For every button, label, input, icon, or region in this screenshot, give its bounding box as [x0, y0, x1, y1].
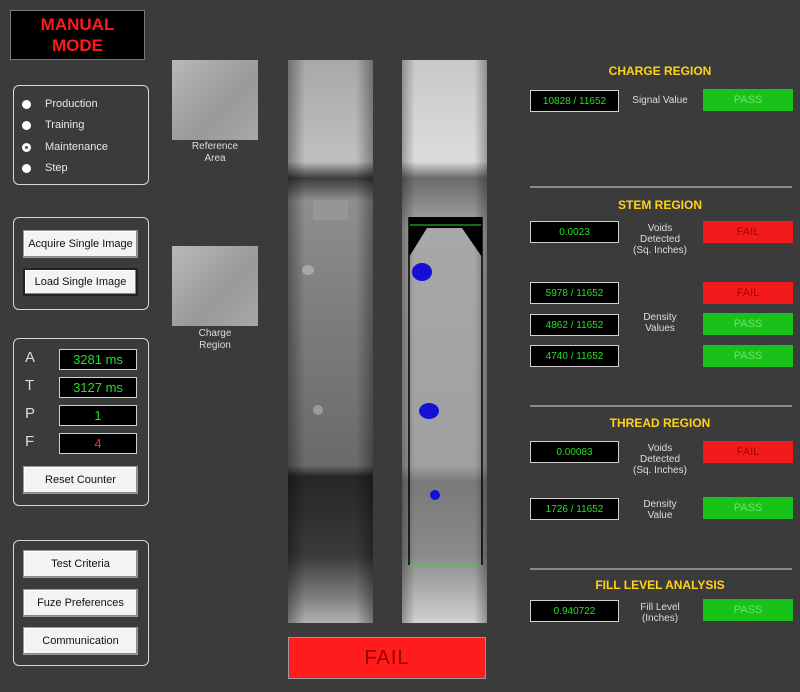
reset-counter-button[interactable]: Reset Counter [23, 466, 138, 494]
thread-region-title: THREAD REGION [609, 416, 711, 430]
thread-voids-label: Voids Detected (Sq. Inches) [622, 443, 698, 476]
processed-xray-svg [402, 60, 487, 623]
label-line: (Sq. Inches) [633, 245, 687, 256]
reference-label-line-1: Reference [191, 141, 239, 152]
radio-button-icon[interactable] [22, 163, 31, 173]
signal-value-label: Signal Value [632, 95, 688, 106]
section-divider [530, 568, 792, 570]
stem-voids-label: Voids Detected (Sq. Inches) [622, 223, 698, 256]
counter-label-p: P [25, 405, 36, 422]
void-blob [430, 490, 440, 500]
thread-voids-value: 0.00083 [530, 441, 619, 463]
radio-step[interactable]: Step [22, 159, 68, 177]
label-line: Voids [647, 443, 673, 454]
raw-xray-svg [288, 60, 373, 623]
radio-button-checked-icon[interactable] [22, 142, 31, 152]
label-line: (Inches) [641, 613, 679, 624]
thread-density-label: Density Value [622, 499, 698, 521]
label-line: Value [647, 510, 673, 521]
counter-f-value: 4 [59, 433, 137, 454]
reference-label-line-2: Area [204, 153, 226, 164]
test-criteria-button[interactable]: Test Criteria [23, 550, 138, 578]
radio-production[interactable]: Production [22, 95, 98, 113]
stem-voids-value: 0.0023 [530, 221, 619, 243]
fill-level-label: Fill Level (Inches) [622, 602, 698, 624]
mode-line-1: MANUAL [40, 15, 115, 34]
stem-region-title: STEM REGION [617, 198, 702, 212]
counter-label-f: F [25, 433, 35, 450]
section-divider [530, 186, 792, 188]
counter-t-value: 3127 ms [59, 377, 137, 398]
counter-label-t: T [25, 377, 35, 394]
radio-label: Step [45, 162, 68, 174]
charge-region-label: Charge Region [172, 328, 258, 352]
label-line: Density [643, 499, 677, 510]
stem-density-label: Density Values [622, 312, 698, 334]
counter-label-a: A [25, 349, 36, 366]
reference-area-thumbnail [172, 60, 258, 140]
mode-indicator: MANUAL MODE [10, 10, 145, 60]
stem-density-status-3: PASS [703, 345, 793, 367]
raw-xray-image [288, 60, 373, 623]
section-divider [530, 405, 792, 407]
label-line: Voids [647, 223, 673, 234]
fuze-preferences-button[interactable]: Fuze Preferences [23, 589, 138, 617]
label-line: Detected [639, 454, 681, 465]
charge-label-line-2: Region [199, 340, 231, 351]
charge-label-line-1: Charge [198, 328, 232, 339]
thread-density-value: 1726 / 11652 [530, 498, 619, 520]
label-line: Density [643, 312, 677, 323]
load-single-image-button[interactable]: Load Single Image [23, 268, 138, 296]
reference-area-label: Reference Area [172, 141, 258, 165]
radio-button-icon[interactable] [22, 120, 31, 130]
label-line: Values [645, 323, 675, 334]
thread-voids-status-fail: FAIL [703, 441, 793, 463]
stem-voids-status-fail: FAIL [703, 221, 793, 243]
void-blob [412, 263, 432, 281]
charge-signal-value: 10828 / 11652 [530, 90, 619, 112]
processed-xray-image [402, 60, 487, 623]
thread-density-status: PASS [703, 497, 793, 519]
radio-label: Production [45, 98, 98, 110]
label-line: Fill Level [640, 602, 680, 613]
overall-result-banner: FAIL [288, 637, 486, 679]
radio-label: Training [45, 119, 85, 131]
stem-density-value-2: 4862 / 11652 [530, 314, 619, 336]
counter-p-value: 1 [59, 405, 137, 426]
acquire-single-image-button[interactable]: Acquire Single Image [23, 230, 138, 258]
fill-level-title: FILL LEVEL ANALYSIS [595, 578, 725, 592]
label-line: (Sq. Inches) [633, 465, 687, 476]
void-blob [419, 403, 439, 419]
communication-button[interactable]: Communication [23, 627, 138, 655]
label-line: Detected [639, 234, 681, 245]
mode-line-2: MODE [52, 36, 103, 55]
radio-label: Maintenance [45, 141, 108, 153]
charge-region-thumbnail [172, 246, 258, 326]
counter-a-value: 3281 ms [59, 349, 137, 370]
stem-density-value-1: 5978 / 11652 [530, 282, 619, 304]
stem-density-status-1: FAIL [703, 282, 793, 304]
radio-button-icon[interactable] [22, 99, 31, 109]
fill-level-status: PASS [703, 599, 793, 621]
charge-status-pass: PASS [703, 89, 793, 111]
radio-training[interactable]: Training [22, 116, 84, 134]
fill-level-value: 0.940722 [530, 600, 619, 622]
stem-density-value-3: 4740 / 11652 [530, 345, 619, 367]
radio-maintenance[interactable]: Maintenance [22, 138, 108, 156]
stem-density-status-2: PASS [703, 313, 793, 335]
charge-region-title: CHARGE REGION [608, 64, 712, 78]
